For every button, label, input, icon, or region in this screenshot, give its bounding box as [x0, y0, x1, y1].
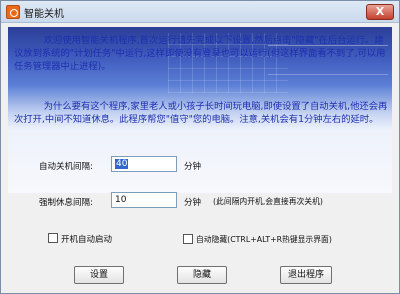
forced-rest-interval-label: 强制休息间隔: [39, 198, 93, 208]
purpose-paragraph: 为什么要有这个程序,家里老人或小孩子长时间玩电脑,即使设置了自动关机,他还会再次… [14, 101, 388, 125]
forced-rest-note: (此间隔内开机,会直接再次关机) [213, 197, 323, 206]
auto-shutdown-unit: 分钟 [184, 162, 202, 172]
settings-button[interactable]: 设置 [74, 266, 124, 284]
auto-shutdown-interval-value: 40 [115, 159, 129, 169]
forced-rest-interval-input[interactable]: 10 [111, 192, 177, 208]
hide-button[interactable]: 隐藏 [177, 266, 227, 284]
title-bar[interactable]: 智能关机 X [1, 1, 399, 23]
auto-hide-label: 自动隐藏(CTRL+ALT+R热键显示界面) [196, 235, 332, 244]
autostart-label: 开机自动启动 [61, 235, 113, 245]
window-title: 智能关机 [24, 9, 64, 20]
main-window: 智能关机 X 欢迎使用智能关机程序,首次运行请先完成以下设置,然后点击"隐藏"在… [0, 0, 400, 294]
forced-rest-unit: 分钟 [184, 198, 202, 208]
intro-paragraph: 欢迎使用智能关机程序,首次运行请先完成以下设置,然后点击"隐藏"在后台运行。建议… [14, 35, 386, 72]
close-button[interactable]: X [366, 4, 394, 20]
auto-shutdown-interval-input[interactable]: 40 [111, 156, 177, 172]
auto-hide-checkbox[interactable] [183, 234, 193, 244]
auto-shutdown-interval-label: 自动关机间隔: [39, 162, 93, 172]
power-icon [6, 5, 20, 19]
exit-button[interactable]: 退出程序 [280, 266, 332, 284]
autostart-checkbox[interactable] [48, 233, 58, 243]
